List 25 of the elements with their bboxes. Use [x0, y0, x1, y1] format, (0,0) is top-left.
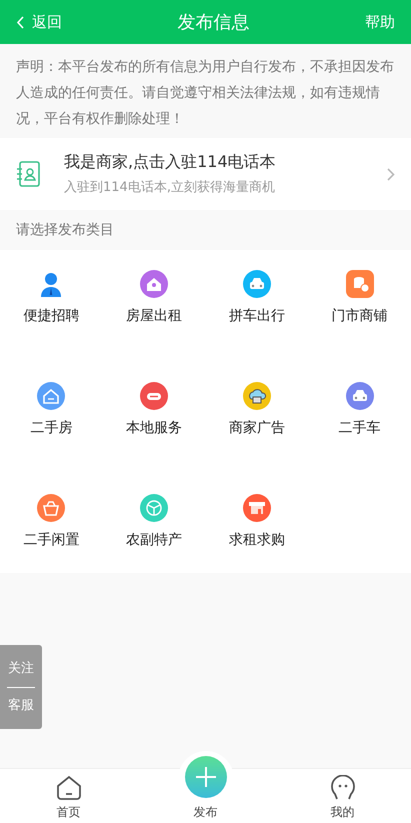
category-item[interactable]: 本地服务 [102, 382, 206, 439]
category-item[interactable]: 商家广告 [206, 382, 308, 439]
home-icon [56, 775, 82, 801]
category-item[interactable]: 二手闲置 [0, 494, 103, 551]
section-label: 请选择发布类目 [16, 220, 114, 240]
category-item[interactable]: 农副特产 [102, 494, 206, 551]
face-icon [330, 775, 356, 801]
category-item[interactable]: 便捷招聘 [0, 270, 103, 327]
chevron-right-icon [387, 168, 395, 180]
category-item[interactable]: 求租求购 [206, 494, 308, 551]
category-item[interactable]: 房屋出租 [102, 270, 206, 327]
merchant-banner[interactable]: 我是商家,点击入驻114电话本 入驻到114电话本,立刻获得海量商机 [0, 138, 411, 210]
back-icon [16, 16, 24, 28]
disclaimer-text: 声明：本平台发布的所有信息为用户自行发布，不承担因发布人造成的任何责任。请自觉遵守相关法律法规，如有违规情况，平台有权作删除处理！ [16, 58, 395, 129]
category-item[interactable]: 二手车 [308, 382, 411, 439]
category-item[interactable]: 门市商铺 [308, 270, 411, 327]
category-item[interactable]: 二手房 [0, 382, 103, 439]
category-item[interactable]: 拼车出行 [206, 270, 308, 327]
merchant-subtitle: 入驻到114电话本,立刻获得海量商机 [64, 179, 276, 198]
page-title: 发布信息 [178, 10, 250, 34]
merchant-title: 我是商家,点击入驻114电话本 [64, 151, 277, 174]
nav-tab[interactable]: 首页 [0, 769, 137, 823]
nav-tab[interactable]: 我的 [274, 769, 411, 823]
plus-icon [184, 756, 226, 798]
contact-book-icon [16, 161, 40, 187]
